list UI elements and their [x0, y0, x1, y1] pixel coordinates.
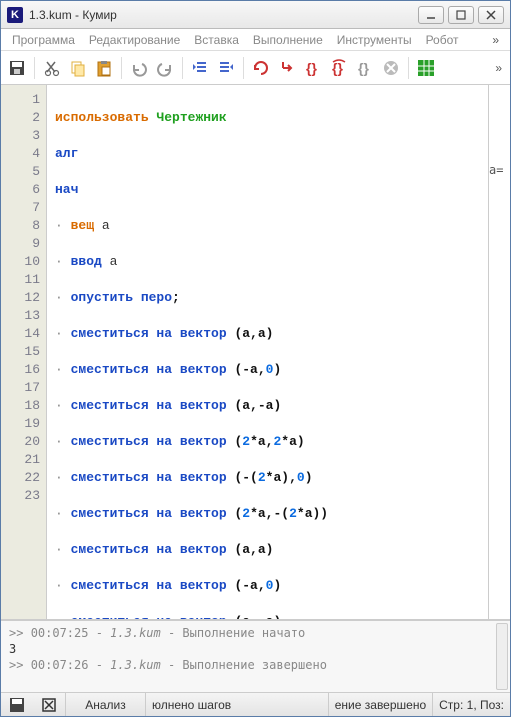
menu-run[interactable]: Выполнение: [248, 31, 328, 49]
app-window: { "title": "1.3.kum - Кумир", "menus": […: [0, 0, 511, 717]
line-number: 11: [1, 271, 40, 289]
step-out-button[interactable]: {}: [353, 56, 377, 80]
line-number: 19: [1, 415, 40, 433]
line-number: 15: [1, 343, 40, 361]
line-number: 16: [1, 361, 40, 379]
status-analysis: Анализ: [65, 693, 145, 716]
window-title: 1.3.kum - Кумир: [29, 8, 418, 22]
line-number: 20: [1, 433, 40, 451]
toolbar-overflow-icon[interactable]: »: [491, 61, 506, 75]
line-number: 4: [1, 145, 40, 163]
editor-area: 1 2 3 4 5 6 7 8 9 10 11 12 13 14 15 16 1…: [1, 85, 510, 620]
menu-bar: Программа Редактирование Вставка Выполне…: [1, 29, 510, 51]
status-bar: Анализ юлнено шагов ение завершено Стр: …: [1, 692, 510, 716]
status-save-button[interactable]: [4, 696, 30, 714]
line-number: 9: [1, 235, 40, 253]
maximize-button[interactable]: [448, 6, 474, 24]
console-scrollbar[interactable]: [496, 623, 508, 690]
line-number: 1: [1, 91, 40, 109]
svg-text:{}: {}: [358, 60, 369, 76]
dedent-button[interactable]: [188, 56, 212, 80]
step-over-button[interactable]: {}: [327, 56, 351, 80]
svg-text:{}: {}: [306, 60, 317, 76]
copy-button[interactable]: [66, 56, 90, 80]
paste-button[interactable]: [92, 56, 116, 80]
variables-panel: а=: [488, 85, 510, 619]
line-number: 12: [1, 289, 40, 307]
line-number: 5: [1, 163, 40, 181]
line-number: 10: [1, 253, 40, 271]
indent-button[interactable]: [214, 56, 238, 80]
menu-overflow-icon[interactable]: »: [487, 31, 504, 49]
line-number: 7: [1, 199, 40, 217]
minimize-button[interactable]: [418, 6, 444, 24]
menu-edit[interactable]: Редактирование: [84, 31, 185, 49]
line-number: 17: [1, 379, 40, 397]
app-icon: K: [7, 7, 23, 23]
menu-robot[interactable]: Робот: [421, 31, 464, 49]
line-number: 14: [1, 325, 40, 343]
menu-program[interactable]: Программа: [7, 31, 80, 49]
status-done: ение завершено: [328, 693, 432, 716]
line-number: 2: [1, 109, 40, 127]
run-step-button[interactable]: [275, 56, 299, 80]
variable-label: а=: [489, 163, 510, 177]
menu-insert[interactable]: Вставка: [189, 31, 244, 49]
undo-button[interactable]: [127, 56, 151, 80]
close-button[interactable]: [478, 6, 504, 24]
line-gutter: 1 2 3 4 5 6 7 8 9 10 11 12 13 14 15 16 1…: [1, 85, 47, 619]
menu-tools[interactable]: Инструменты: [332, 31, 417, 49]
step-into-button[interactable]: {}: [301, 56, 325, 80]
grid-button[interactable]: [414, 56, 438, 80]
output-console[interactable]: >> 00:07:25 - 1.3.kum - Выполнение начат…: [1, 620, 510, 692]
line-number: 13: [1, 307, 40, 325]
title-bar: K 1.3.kum - Кумир: [1, 1, 510, 29]
redo-button[interactable]: [153, 56, 177, 80]
status-position: Стр: 1, Поз:: [432, 693, 510, 716]
status-clear-button[interactable]: [36, 696, 62, 714]
line-number: 23: [1, 487, 40, 505]
line-number: 3: [1, 127, 40, 145]
code-editor[interactable]: использовать Чертежник алг нач · вещ а ·…: [47, 85, 488, 619]
run-continuous-button[interactable]: [249, 56, 273, 80]
line-number: 18: [1, 397, 40, 415]
line-number: 22: [1, 469, 40, 487]
line-number: 8: [1, 217, 40, 235]
window-controls: [418, 6, 510, 24]
line-number: 21: [1, 451, 40, 469]
status-steps: юлнено шагов: [145, 693, 328, 716]
line-number: 6: [1, 181, 40, 199]
stop-button[interactable]: [379, 56, 403, 80]
save-button[interactable]: [5, 56, 29, 80]
cut-button[interactable]: [40, 56, 64, 80]
toolbar: {} {} {} »: [1, 51, 510, 85]
